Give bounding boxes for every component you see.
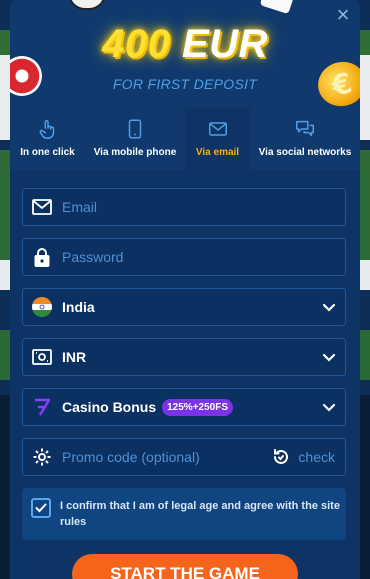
promo-check-button[interactable]: check: [272, 448, 335, 466]
age-consent: I confirm that I am of legal age and agr…: [22, 488, 346, 540]
chat-bubbles-icon: [296, 120, 314, 137]
chevron-down-icon: [322, 303, 336, 312]
currency-select[interactable]: INR: [22, 338, 346, 376]
email-field[interactable]: Email: [22, 188, 346, 226]
soccer-ball-decoration: [68, 0, 106, 10]
tab-one-click[interactable]: In one click: [10, 108, 85, 170]
gear-icon: [31, 446, 53, 468]
bonus-amount: 400 EUR: [10, 22, 360, 67]
currency-value: INR: [62, 349, 87, 365]
country-select[interactable]: India: [22, 288, 346, 326]
envelope-icon: [31, 196, 53, 218]
checkmark-icon: [35, 503, 47, 513]
bonus-label: Casino Bonus: [62, 399, 157, 415]
chevron-down-icon: [322, 403, 336, 412]
start-game-button[interactable]: START THE GAME: [72, 554, 298, 579]
tab-social-networks[interactable]: Via social networks: [250, 108, 360, 170]
tab-label: Via social networks: [258, 147, 352, 158]
promo-code-field[interactable]: Promo code (optional) check: [22, 438, 346, 476]
chevron-down-icon: [322, 353, 336, 362]
registration-tabs: In one click Via mobile phone Via email …: [10, 108, 360, 170]
tab-mobile-phone[interactable]: Via mobile phone: [85, 108, 185, 170]
email-registration-form: Email Password India INR Casino Bonus 12…: [10, 170, 360, 579]
casino-seven-icon: [31, 396, 53, 418]
hand-pointer-icon: [39, 120, 54, 139]
india-flag-icon: [31, 296, 53, 318]
bonus-badge: 125%+250FS: [162, 398, 234, 416]
password-placeholder: Password: [62, 249, 124, 265]
envelope-icon: [208, 122, 227, 136]
registration-modal: × 400 EUR FOR FIRST DEPOSIT In one click…: [10, 0, 360, 579]
tab-label: Via email: [195, 147, 240, 158]
country-value: India: [62, 299, 95, 315]
consent-checkbox[interactable]: [31, 498, 51, 518]
phone-icon: [128, 119, 142, 139]
consent-text: I confirm that I am of legal age and agr…: [60, 500, 340, 528]
banknote-icon: [31, 346, 53, 368]
bonus-select[interactable]: Casino Bonus 125%+250FS: [22, 388, 346, 426]
promo-placeholder: Promo code (optional): [62, 449, 200, 465]
lock-icon: [31, 246, 53, 268]
bonus-amount-value: 400: [102, 22, 171, 66]
tab-label: Via mobile phone: [93, 147, 177, 158]
tab-label: In one click: [20, 147, 75, 158]
refresh-icon: [274, 449, 289, 464]
password-field[interactable]: Password: [22, 238, 346, 276]
promo-check-label: check: [298, 449, 335, 465]
bonus-subtitle: FOR FIRST DEPOSIT: [112, 76, 258, 92]
email-placeholder: Email: [62, 199, 98, 215]
tab-email[interactable]: Via email: [185, 108, 250, 170]
bonus-amount-currency: EUR: [181, 22, 268, 66]
dice-decoration: [259, 0, 295, 15]
